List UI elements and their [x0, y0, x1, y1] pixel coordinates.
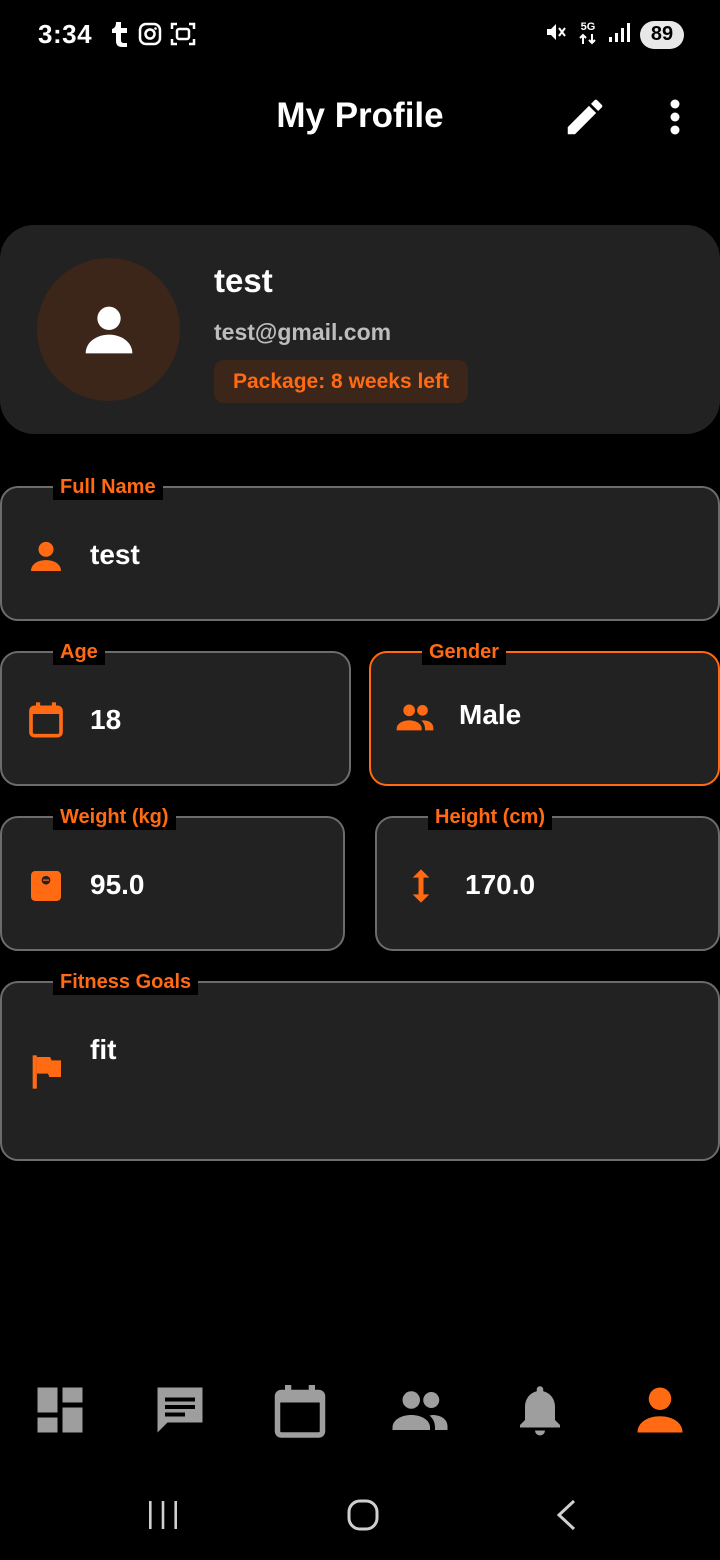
package-badge: Package: 8 weeks left	[214, 360, 468, 403]
height-label: Height (cm)	[428, 804, 552, 830]
gender-field[interactable]: Gender Male	[369, 639, 720, 786]
chat-icon	[157, 1387, 203, 1433]
profile-name: test	[214, 262, 273, 299]
home-icon[interactable]	[346, 1498, 380, 1532]
edit-button[interactable]	[562, 94, 608, 140]
recent-apps-icon[interactable]	[146, 1498, 180, 1532]
nav-notifications[interactable]	[510, 1380, 570, 1440]
flag-icon	[32, 1055, 61, 1089]
people-icon	[396, 704, 434, 731]
fitness-goals-field[interactable]: Fitness Goals fit	[0, 969, 720, 1161]
height-value: 170.0	[465, 869, 536, 900]
age-field[interactable]: Age 18	[0, 639, 351, 786]
more-options-button[interactable]	[656, 96, 694, 138]
full-name-value: test	[90, 539, 140, 570]
height-field[interactable]: Height (cm) 170.0	[375, 804, 720, 951]
status-notification-icons	[108, 20, 196, 53]
person-icon	[85, 306, 132, 353]
person-icon	[31, 541, 61, 571]
instagram-icon	[138, 22, 162, 51]
weight-field[interactable]: Weight (kg) 95.0	[0, 804, 345, 951]
network-5g-indicator: 5G	[578, 20, 598, 48]
dashboard-icon	[37, 1387, 83, 1433]
full-name-label: Full Name	[53, 474, 163, 500]
nav-calendar[interactable]	[270, 1380, 330, 1440]
nav-dashboard[interactable]	[30, 1380, 90, 1440]
tumblr-icon	[108, 20, 130, 53]
bottom-navigation	[0, 1370, 720, 1450]
weight-value: 95.0	[90, 869, 145, 900]
system-navigation-bar	[0, 1480, 720, 1560]
scale-icon	[31, 871, 61, 901]
network-label: 5G	[580, 20, 596, 33]
nav-people[interactable]	[390, 1380, 450, 1440]
profile-icon	[637, 1387, 683, 1433]
mute-icon	[544, 20, 568, 49]
calendar-icon	[29, 702, 63, 738]
fitness-goals-value: fit	[90, 1034, 117, 1065]
avatar[interactable]	[37, 258, 180, 401]
status-bar: 3:34 5G 89	[0, 0, 720, 70]
height-arrow-icon	[412, 869, 430, 903]
more-vert-icon	[670, 99, 680, 135]
gender-label: Gender	[422, 639, 507, 665]
screenshot-icon	[170, 21, 196, 52]
people-icon	[392, 1391, 448, 1430]
back-icon[interactable]	[552, 1498, 580, 1532]
calendar-icon	[274, 1385, 326, 1438]
gender-value: Male	[459, 699, 522, 730]
profile-header-card: test test@gmail.com Package: 8 weeks lef…	[0, 225, 720, 434]
profile-email: test@gmail.com	[214, 319, 392, 345]
nav-chat[interactable]	[150, 1380, 210, 1440]
page-title: My Profile	[276, 96, 444, 135]
status-system-icons: 5G 89	[544, 20, 684, 49]
weight-label: Weight (kg)	[53, 804, 176, 830]
full-name-field[interactable]: Full Name test	[0, 474, 720, 621]
edit-icon	[567, 99, 603, 135]
nav-profile[interactable]	[630, 1380, 690, 1440]
age-value: 18	[90, 704, 122, 735]
battery-indicator: 89	[640, 20, 684, 49]
signal-icon	[608, 21, 630, 48]
status-time: 3:34	[38, 19, 93, 49]
age-label: Age	[53, 639, 105, 665]
bell-icon	[520, 1386, 560, 1436]
fitness-goals-label: Fitness Goals	[53, 969, 199, 995]
